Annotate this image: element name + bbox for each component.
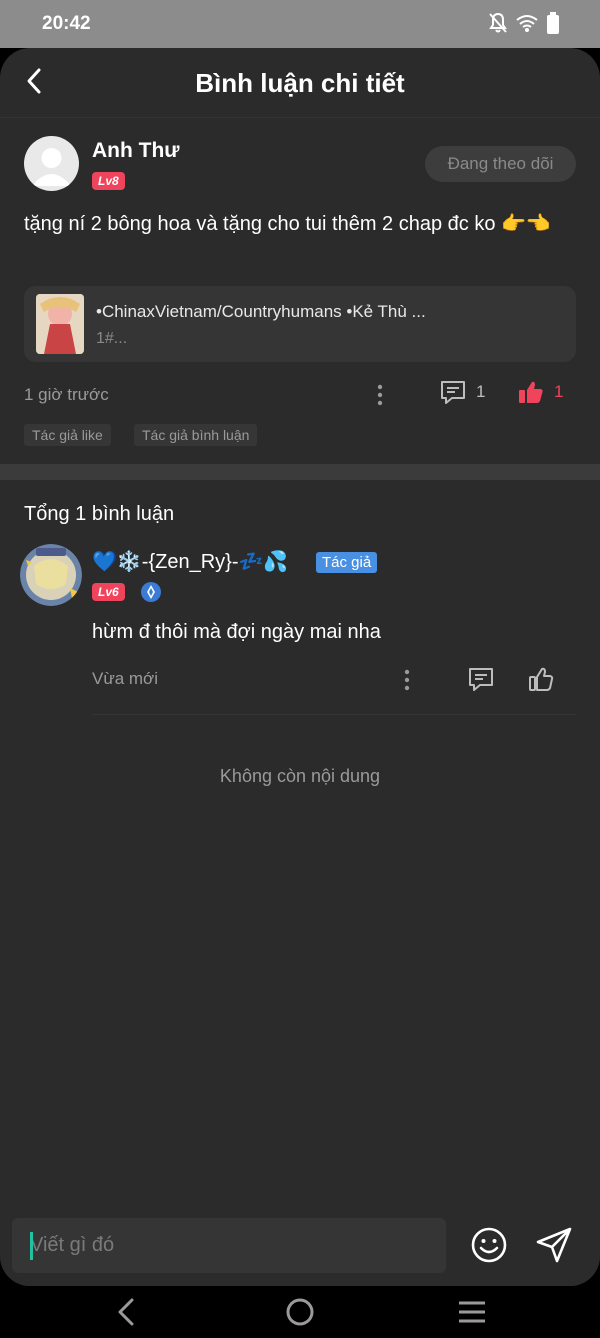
text-caret [30, 1232, 33, 1260]
comment-time: 1 giờ trước [24, 385, 109, 404]
story-title: •ChinaxVietnam/Countryhumans •Kẻ Thù ... [96, 302, 426, 321]
system-nav-bar [0, 1286, 600, 1338]
reply-text: hừm đ thôi mà đợi ngày mai nha [92, 621, 381, 643]
reply-count: 1 [476, 382, 486, 401]
gem-badge-icon [141, 582, 161, 602]
more-options-icon[interactable] [376, 384, 384, 406]
comment-input[interactable] [12, 1218, 446, 1273]
wifi-icon [516, 15, 538, 32]
reply-time: Vừa mới [92, 669, 158, 688]
follow-button[interactable]: Đang theo dõi [425, 146, 576, 182]
mute-bell-icon [489, 12, 507, 33]
story-chapter: 1#... [96, 330, 128, 347]
avatar[interactable] [24, 136, 79, 191]
referenced-story-card[interactable]: •ChinaxVietnam/Countryhumans •Kẻ Thù ...… [24, 286, 576, 362]
author-name[interactable]: Anh Thư [92, 139, 180, 163]
default-avatar-icon [32, 148, 71, 186]
reply-author-name[interactable]: 💙❄️-{Zen_Ry}-💤💦 [92, 549, 288, 574]
comment-input-bar [0, 1204, 600, 1286]
comment-detail-sheet: Bình luận chi tiết Anh Thư Lv8 Đang theo… [0, 48, 600, 1286]
comment-icon [441, 381, 465, 404]
comment-text: tặng ní 2 bông hoa và tặng cho tui thêm … [24, 213, 551, 235]
header: Bình luận chi tiết [0, 48, 600, 118]
nav-menu-icon[interactable] [452, 1292, 492, 1332]
total-replies-label: Tổng 1 bình luận [24, 503, 175, 525]
nav-back-icon[interactable] [107, 1292, 147, 1332]
story-thumbnail [36, 294, 84, 354]
reply-thumbs-up-icon[interactable] [528, 666, 554, 692]
thumbs-up-filled-icon [519, 381, 543, 403]
reply-avatar[interactable] [20, 544, 82, 606]
reply-comment-icon[interactable] [468, 667, 494, 691]
level-badge: Lv8 [92, 172, 125, 190]
send-button[interactable] [535, 1226, 573, 1264]
nav-home-icon[interactable] [280, 1292, 320, 1332]
end-of-content-label: Không còn nội dung [219, 766, 381, 786]
like-button[interactable]: 1 [518, 380, 563, 404]
section-divider [0, 464, 600, 480]
status-icons [488, 12, 560, 34]
tag-author-commented: Tác giả bình luận [134, 424, 258, 446]
reply-level-badge: Lv6 [92, 583, 125, 601]
author-tag: Tác giả [316, 552, 378, 573]
reply-more-options-icon[interactable] [403, 669, 411, 691]
reply-count-button[interactable]: 1 [440, 380, 485, 404]
like-count: 1 [554, 382, 564, 401]
comment-input-wrapper [12, 1218, 446, 1273]
reply-separator [92, 714, 576, 715]
status-bar: 20:42 [0, 0, 600, 48]
tag-author-liked: Tác giả like [24, 424, 111, 446]
status-time: 20:42 [42, 13, 91, 34]
page-title: Bình luận chi tiết [195, 68, 405, 98]
battery-icon [547, 12, 559, 34]
emoji-button[interactable] [470, 1226, 508, 1264]
